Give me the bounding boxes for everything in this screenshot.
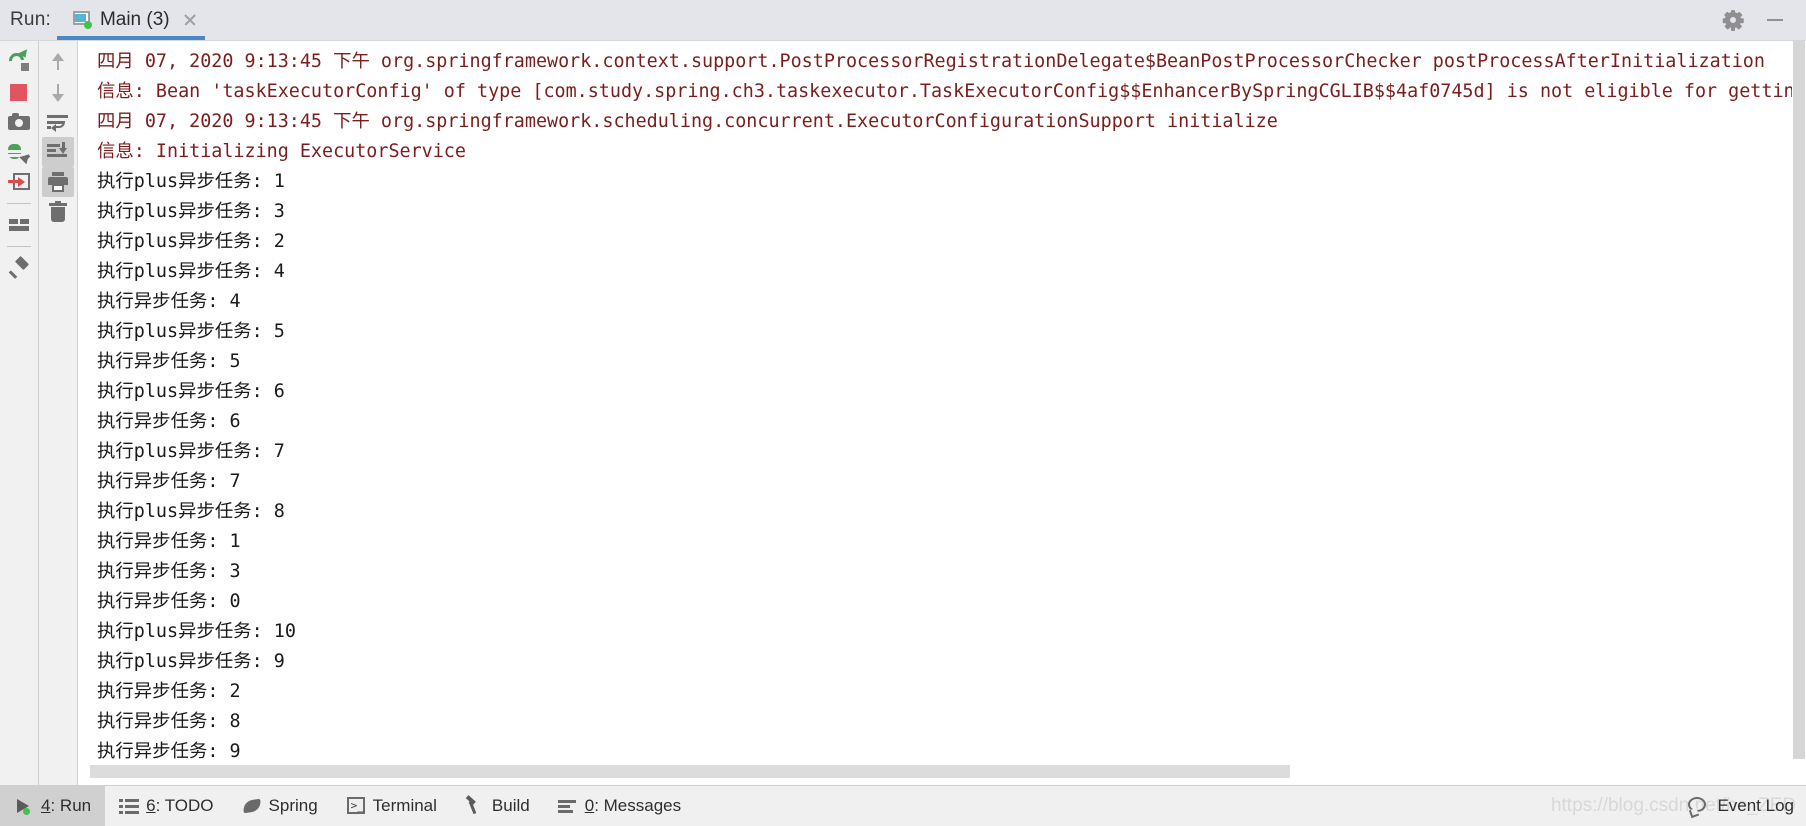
close-icon[interactable] [181,11,199,29]
minimize-icon[interactable] [1764,9,1786,31]
speech-bubble-icon [1687,796,1709,819]
messages-icon [557,796,578,816]
rerun-icon [5,49,31,73]
down-button[interactable] [42,77,74,107]
console-line: 执行plus异步任务: 4 [97,261,285,282]
event-log-button[interactable]: Event Log [1687,796,1794,819]
console-line: 执行plus异步任务: 9 [97,651,285,672]
console-line: 执行异步任务: 9 [97,741,241,759]
console-output[interactable]: 四月 07, 2020 9:13:45 下午 org.springframewo… [78,41,1806,759]
console-line: 执行plus异步任务: 5 [97,321,285,342]
gear-icon[interactable] [1722,9,1744,31]
toolbar-separator [7,203,31,204]
screenshot-button[interactable] [3,107,35,137]
print-button[interactable] [42,167,74,197]
bug-export-icon [7,141,33,165]
console-line: 信息: Bean 'taskExecutorConfig' of type [c… [97,81,1806,102]
run-icon [14,796,34,816]
status-bar-right: https://blog.csdn.net/he_ZED Event Log [1551,786,1806,826]
run-label: Run: [10,9,51,30]
status-bar: 4: Run 6: TODO Spring >_ Terminal Build [0,785,1806,826]
hammer-icon [465,795,485,816]
console-line: 执行异步任务: 1 [97,531,241,552]
console-horizontal-scroll-thumb[interactable] [90,765,1290,778]
soft-wrap-icon [47,111,69,133]
clear-all-button[interactable] [42,197,74,227]
camera-icon [8,111,30,133]
statusbar-todo[interactable]: 6: TODO [105,786,227,826]
idea-run-tool-window: Run: Main (3) 四月 07, 2020 9:13:45 下午 org… [0,0,1806,826]
statusbar-messages[interactable]: 0: Messages [544,786,695,826]
console-line: 执行plus异步任务: 2 [97,231,285,252]
console-line: 执行plus异步任务: 10 [97,621,296,642]
console-line: 执行plus异步任务: 6 [97,381,285,402]
statusbar-spring-label: Spring [268,796,318,815]
console-vertical-scrollbar[interactable] [1792,41,1806,759]
console-line: 四月 07, 2020 9:13:45 下午 org.springframewo… [97,51,1765,72]
console-panel: 四月 07, 2020 9:13:45 下午 org.springframewo… [77,41,1806,785]
arrow-down-icon [47,81,69,103]
console-line: 信息: Initializing ExecutorService [97,141,466,162]
arrow-up-icon [47,51,69,73]
statusbar-build-label: Build [491,796,530,815]
statusbar-terminal[interactable]: >_ Terminal [332,786,451,826]
up-button[interactable] [42,47,74,77]
statusbar-messages-key: 0 [584,796,595,815]
console-line: 执行异步任务: 8 [97,711,241,732]
console-vertical-scroll-thumb[interactable] [1793,41,1805,759]
tab-main[interactable]: Main (3) [56,0,205,40]
console-line: 执行plus异步任务: 3 [97,201,285,222]
console-line: 执行异步任务: 5 [97,351,241,372]
console-line: 执行异步任务: 4 [97,291,241,312]
console-line: 执行异步任务: 2 [97,681,241,702]
tab-title: Main (3) [99,9,170,30]
statusbar-terminal-label: Terminal [372,796,437,815]
todo-icon [119,796,140,816]
arrow-into-box-icon [8,171,30,193]
scroll-to-end-icon [47,141,69,163]
statusbar-spring[interactable]: Spring [228,786,332,826]
trash-icon [47,201,69,223]
pin-icon [8,255,30,279]
pin-tab-button[interactable] [3,253,35,283]
console-line: 执行异步任务: 6 [97,411,241,432]
terminal-icon: >_ [346,796,366,816]
run-actions-toolbar [0,41,38,785]
console-line: 四月 07, 2020 9:13:45 下午 org.springframewo… [97,111,1278,132]
thread-dump-button[interactable] [3,137,35,167]
event-log-label: Event Log [1717,796,1794,815]
soft-wrap-button[interactable] [42,107,74,137]
statusbar-run-label: : Run [50,796,92,815]
console-actions-toolbar [38,41,77,785]
stop-icon [8,81,30,103]
spring-leaf-icon [241,796,262,816]
layout-button[interactable] [3,210,35,240]
run-tool-window-header: Run: Main (3) [0,0,1806,41]
run-config-icon [71,11,92,29]
console-line-list: 四月 07, 2020 9:13:45 下午 org.springframewo… [78,41,1806,759]
exit-button[interactable] [3,167,35,197]
statusbar-todo-key: 6 [146,796,156,815]
rerun-button[interactable] [3,47,35,77]
console-line: 执行异步任务: 0 [97,591,241,612]
run-tool-window-body: 四月 07, 2020 9:13:45 下午 org.springframewo… [0,41,1806,785]
console-line: 执行plus异步任务: 1 [97,171,285,192]
console-line: 执行plus异步任务: 8 [97,501,285,522]
printer-icon [47,171,69,193]
scroll-to-end-button[interactable] [42,137,74,167]
console-line: 执行plus异步任务: 7 [97,441,285,462]
statusbar-todo-label: : TODO [155,796,214,815]
statusbar-messages-label: : Messages [594,796,682,815]
console-line: 执行异步任务: 7 [97,471,241,492]
layout-icon [8,214,30,236]
console-line: 执行异步任务: 3 [97,561,241,582]
console-horizontal-scrollbar[interactable] [78,759,1806,785]
toolbar-separator-2 [7,246,31,247]
stop-button[interactable] [3,77,35,107]
statusbar-run[interactable]: 4: Run [0,786,106,826]
header-actions [1722,9,1806,31]
statusbar-build[interactable]: Build [451,786,544,826]
